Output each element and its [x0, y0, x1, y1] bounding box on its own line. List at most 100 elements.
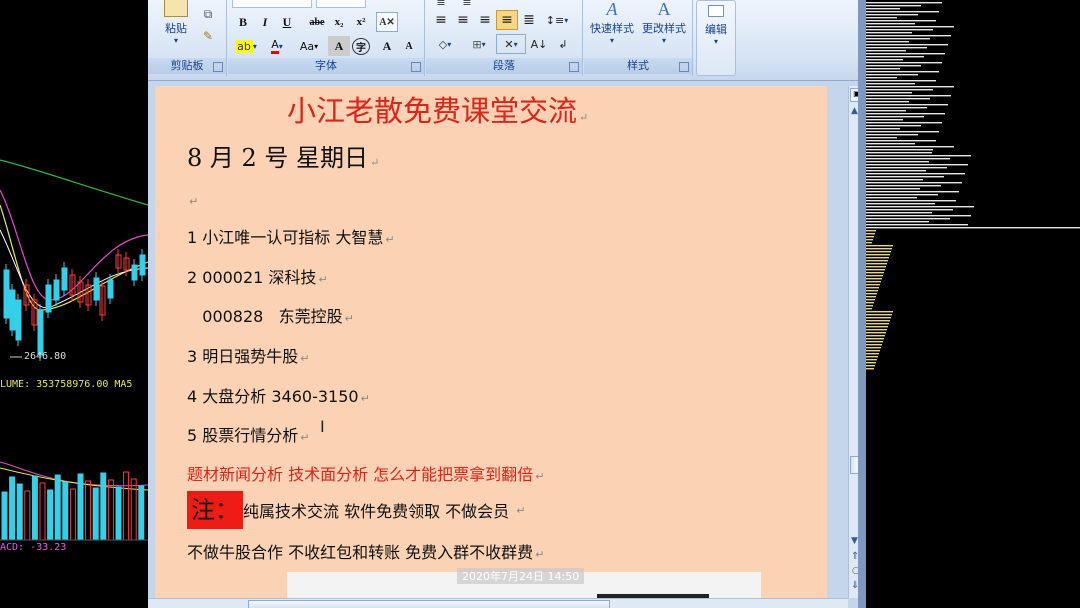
volume-profile-bar: [866, 11, 939, 13]
sort-button[interactable]: A↓: [528, 34, 550, 54]
volume-label: LUME: 353758976.00 MA5: [0, 379, 133, 390]
change-styles-button[interactable]: A 更改样式 ▾: [638, 0, 690, 45]
chinese-layout-button[interactable]: ✕ ▾: [496, 34, 526, 54]
ribbon: 粘贴 ▾ ⧉ ✎ 剪贴板 B I U abe x₂ x² A✕ ab ▾ A ▾ A…: [148, 0, 866, 81]
quick-styles-button[interactable]: A 快速样式 ▾: [586, 0, 638, 45]
volume-profile-bar: [866, 302, 874, 304]
justify-button[interactable]: ≡: [496, 10, 518, 30]
volume-bar: [85, 480, 92, 541]
window-border: [858, 0, 866, 608]
embedded-image[interactable]: 2020年7月24日 14:50: [287, 568, 761, 600]
show-marks-button[interactable]: ↲: [552, 34, 574, 54]
justify-icon: ≡: [501, 12, 513, 28]
volume-profile-bar: [866, 224, 968, 226]
shading-button[interactable]: ◇ ▾: [430, 34, 460, 54]
bold-button[interactable]: B: [232, 12, 254, 32]
volume-profile-bar: [866, 212, 932, 214]
char-shading-button[interactable]: A: [328, 36, 350, 56]
font-launcher-icon[interactable]: [411, 62, 421, 72]
subscript-button[interactable]: x₂: [328, 12, 350, 32]
volume-profile-bar: [866, 50, 906, 52]
line-5: 4 大盘分析 3460-3150 ↵: [187, 387, 370, 406]
scroll-down-icon[interactable]: ▼: [851, 536, 858, 546]
volume-profile-panel: [866, 0, 1080, 608]
shrink-font-button[interactable]: A: [398, 36, 420, 56]
font-color-button[interactable]: A ▾: [264, 36, 290, 56]
font-name-select[interactable]: [232, 0, 312, 8]
strikethrough-button[interactable]: abe: [306, 12, 328, 32]
volume-profile-bar: [866, 194, 938, 196]
volume-profile-bar: [866, 317, 891, 319]
volume-profile-bar: [866, 47, 927, 49]
paragraph-group-label: 段落: [426, 58, 582, 74]
line-1: 1 小江唯一认可指标 大智慧 ↵: [187, 228, 395, 247]
volume-profile-bar: [866, 164, 968, 166]
volume-profile-bar: [866, 332, 886, 334]
paste-button[interactable]: 粘贴 ▾: [158, 0, 194, 45]
distribute-button[interactable]: ≣: [518, 10, 540, 30]
font-size-select[interactable]: [316, 0, 366, 8]
volume-profile-bar: [866, 170, 926, 172]
document-title: 小江老散免费课堂交流 ↵: [287, 94, 589, 128]
superscript-button[interactable]: x²: [350, 12, 372, 32]
volume-profile-bar: [866, 284, 880, 286]
document-page[interactable]: 小江老散免费课堂交流 ↵ 8 月 2 号 星期日 ↵ ↵ 1 小江唯一认可指标 大智…: [155, 86, 827, 600]
scroll-up-icon[interactable]: ▲: [851, 106, 858, 116]
volume-bar: [100, 472, 107, 541]
volume-profile-bar: [866, 296, 876, 298]
italic-button[interactable]: I: [254, 12, 276, 32]
h-scroll-thumb[interactable]: [248, 600, 610, 608]
enclose-char-icon: 字: [352, 37, 370, 55]
volume-profile-bar: [866, 311, 893, 313]
volume-profile-bar: [866, 263, 887, 265]
enclose-char-button[interactable]: 字: [350, 36, 372, 56]
horizontal-scrollbar[interactable]: [148, 598, 848, 608]
volume-bar: [39, 482, 46, 541]
volume-profile-bar: [866, 125, 921, 127]
clear-format-button[interactable]: A✕: [376, 12, 398, 32]
volume-profile-bar: [866, 314, 892, 316]
candlestick: [15, 299, 22, 341]
volume-bar: [9, 476, 16, 541]
volume-profile-bar: [866, 290, 878, 292]
highlight-button[interactable]: ab ▾: [232, 36, 260, 56]
underline-button[interactable]: U: [276, 12, 298, 32]
align-right-button[interactable]: ≡: [474, 10, 496, 30]
volume-profile-bar: [866, 14, 918, 16]
volume-profile-bar: [866, 131, 939, 133]
align-right-icon: ≡: [479, 12, 491, 28]
volume-profile-bar: [866, 206, 974, 208]
candlestick: [45, 284, 52, 313]
copy-button[interactable]: ⧉: [198, 4, 218, 24]
align-center-button[interactable]: ≡: [452, 10, 474, 30]
change-case-button[interactable]: Aa ▾: [294, 36, 324, 56]
volume-profile-bar: [866, 86, 954, 88]
format-painter-button[interactable]: ✎: [198, 26, 218, 46]
volume-profile-bar: [866, 134, 918, 136]
borders-button[interactable]: ⊞ ▾: [464, 34, 494, 54]
quick-styles-label: 快速样式: [590, 22, 634, 35]
volume-profile-bar: [866, 308, 872, 310]
line-spacing-button[interactable]: ↕≡ ▾: [542, 10, 572, 30]
align-left-button[interactable]: ≡: [430, 10, 452, 30]
volume-profile-bar: [866, 80, 936, 82]
volume-bar: [115, 486, 122, 541]
paragraph-launcher-icon[interactable]: [569, 62, 579, 72]
volume-profile-bar: [866, 326, 888, 328]
volume-bar: [1, 491, 8, 541]
paste-label: 粘贴: [165, 22, 187, 35]
volume-profile-bar: [866, 32, 912, 34]
editing-icon: [708, 5, 724, 17]
volume-profile-bar: [866, 149, 933, 151]
volume-profile-bar: [866, 257, 889, 259]
volume-profile-bar: [866, 167, 947, 169]
styles-launcher-icon[interactable]: [679, 62, 689, 72]
volume-profile-bar: [866, 242, 872, 244]
volume-profile-bar: [866, 197, 917, 199]
volume-profile-bar: [866, 248, 892, 250]
grow-font-button[interactable]: A: [376, 36, 398, 56]
clipboard-launcher-icon[interactable]: [213, 62, 223, 72]
editing-button[interactable]: 编辑 ▾: [697, 5, 735, 46]
empty-paragraph: ↵: [189, 195, 199, 208]
volume-profile-bar: [866, 74, 918, 76]
